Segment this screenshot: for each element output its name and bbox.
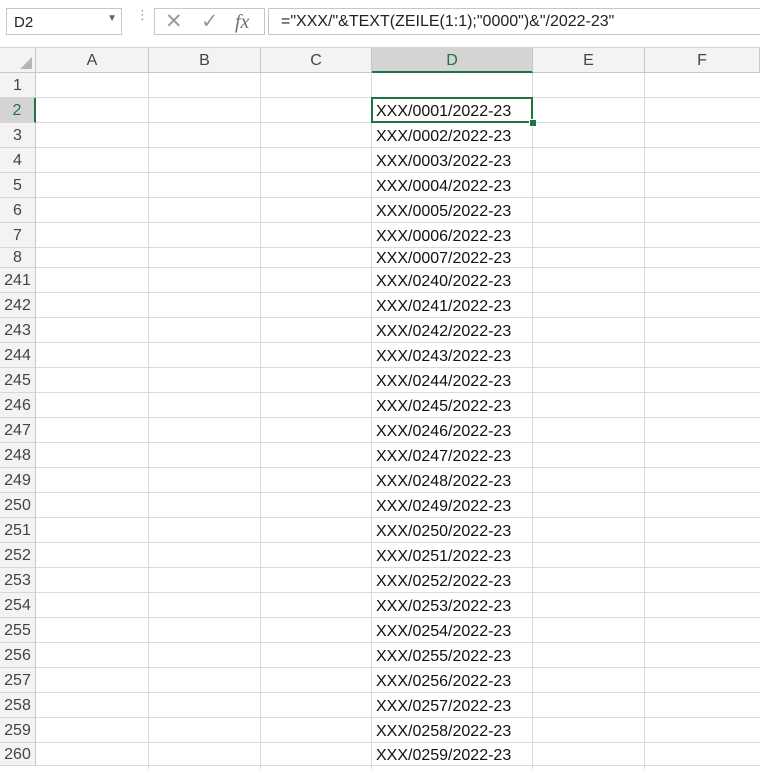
cell-d[interactable]: XXX/0007/2022-23 [372,248,532,268]
name-box[interactable]: D2 ▼ [6,8,122,35]
x-icon[interactable]: ✕ [165,9,183,34]
cell-d[interactable]: XXX/0005/2022-23 [372,198,532,223]
cell-d[interactable]: XXX/0003/2022-23 [372,148,532,173]
row-header[interactable]: 247 [0,418,36,443]
cell-d[interactable]: XXX/0251/2022-23 [372,543,532,568]
name-box-value[interactable]: D2 [14,14,33,31]
fx-icon[interactable]: fx [235,11,249,34]
row-header[interactable]: 253 [0,568,36,593]
cell-d[interactable]: XXX/0259/2022-23 [372,743,532,766]
cell-d[interactable]: XXX/0248/2022-23 [372,468,532,493]
column-header-c[interactable]: C [261,48,372,73]
cell-d[interactable]: XXX/0250/2022-23 [372,518,532,543]
row-header[interactable]: 257 [0,668,36,693]
cell-d[interactable]: XXX/0243/2022-23 [372,343,532,368]
row-header[interactable]: 251 [0,518,36,543]
row-header[interactable]: 255 [0,618,36,643]
row-header[interactable]: 5 [0,173,36,198]
cell-d[interactable]: XXX/0241/2022-23 [372,293,532,318]
formula-buttons: ✕ ✓ fx [154,8,265,35]
row-header[interactable]: 241 [0,268,36,293]
column-header-a[interactable]: A [36,48,149,73]
cell-d[interactable]: XXX/0240/2022-23 [372,268,532,293]
row-header[interactable]: 256 [0,643,36,668]
row-header[interactable]: 242 [0,293,36,318]
cell-d[interactable]: XXX/0242/2022-23 [372,318,532,343]
spreadsheet-grid[interactable]: A B C D E F 1 2 XXX/0001/2022-23 3 XXX/0002/2022-2… [0,48,760,769]
cell-d[interactable]: XXX/0254/2022-23 [372,618,532,643]
cell-d[interactable]: XXX/0002/2022-23 [372,123,532,148]
row-header[interactable]: 249 [0,468,36,493]
row-header[interactable]: 4 [0,148,36,173]
row-header[interactable]: 245 [0,368,36,393]
fill-handle[interactable] [529,119,537,127]
cell-d[interactable]: XXX/0004/2022-23 [372,173,532,198]
row-header[interactable]: 259 [0,718,36,743]
row-header[interactable]: 3 [0,123,36,148]
row-header[interactable]: 244 [0,343,36,368]
cell-d[interactable]: XXX/0252/2022-23 [372,568,532,593]
select-all-corner[interactable] [0,48,36,73]
cell-d[interactable] [372,73,532,98]
row-header[interactable]: 2 [0,98,36,123]
formula-bar-area: D2 ▼ ⋮ ✕ ✓ fx ="XXX/"&TEXT(ZEILE(1:1);"0… [0,0,760,48]
column-header-d[interactable]: D [372,48,533,73]
check-icon[interactable]: ✓ [201,9,219,34]
row-header[interactable]: 250 [0,493,36,518]
row-header[interactable]: 252 [0,543,36,568]
cell-d[interactable]: XXX/0246/2022-23 [372,418,532,443]
cell-d[interactable]: XXX/0258/2022-23 [372,718,532,743]
row-header[interactable]: 248 [0,443,36,468]
row-header[interactable]: 6 [0,198,36,223]
cell-d[interactable]: XXX/0249/2022-23 [372,493,532,518]
drag-handle-icon[interactable]: ⋮ [136,8,149,21]
cell-d[interactable]: XXX/0256/2022-23 [372,668,532,693]
row-header[interactable]: 1 [0,73,36,98]
row-header[interactable]: 258 [0,693,36,718]
select-all-triangle-icon[interactable] [20,57,32,69]
column-header-f[interactable]: F [645,48,760,73]
row-header[interactable]: 243 [0,318,36,343]
column-header-b[interactable]: B [149,48,261,73]
row-header[interactable]: 260 [0,743,36,766]
formula-text[interactable]: ="XXX/"&TEXT(ZEILE(1:1);"0000")&"/2022-2… [281,13,614,31]
cell-d[interactable]: XXX/0245/2022-23 [372,393,532,418]
cell-d[interactable]: XXX/0244/2022-23 [372,368,532,393]
cell-d[interactable]: XXX/0247/2022-23 [372,443,532,468]
chevron-down-icon[interactable]: ▼ [107,13,117,24]
row-header[interactable]: 254 [0,593,36,618]
cell-d[interactable]: XXX/0257/2022-23 [372,693,532,718]
cell-d[interactable]: XXX/0253/2022-23 [372,593,532,618]
cell-d[interactable]: XXX/0006/2022-23 [372,223,532,248]
cell-d[interactable]: XXX/0001/2022-23 [372,98,532,123]
formula-input[interactable]: ="XXX/"&TEXT(ZEILE(1:1);"0000")&"/2022-2… [268,8,760,35]
row-header[interactable]: 7 [0,223,36,248]
row-header[interactable]: 8 [0,248,36,268]
row-header[interactable]: 246 [0,393,36,418]
column-header-e[interactable]: E [533,48,645,73]
cell-d[interactable]: XXX/0255/2022-23 [372,643,532,668]
